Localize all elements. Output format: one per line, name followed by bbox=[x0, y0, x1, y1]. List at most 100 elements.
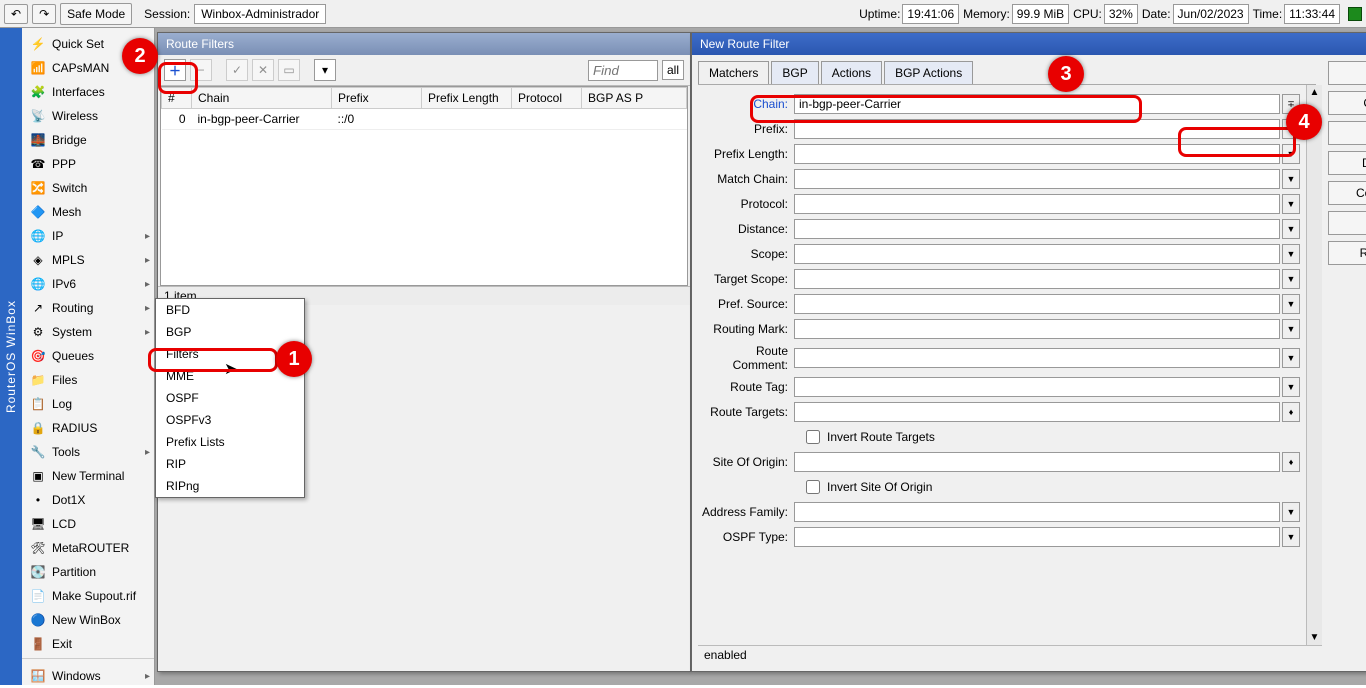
route-tag-input[interactable] bbox=[794, 377, 1280, 397]
sidebar-item-dot1x[interactable]: •Dot1X bbox=[22, 488, 154, 512]
submenu-item-bfd[interactable]: BFD bbox=[156, 299, 304, 321]
dropdown-toggle[interactable]: ▼ bbox=[1282, 377, 1300, 397]
sidebar-item-windows[interactable]: 🪟Windows▸ bbox=[22, 664, 154, 688]
undo-button[interactable]: ↶ bbox=[4, 4, 28, 24]
redo-button[interactable]: ↷ bbox=[32, 4, 56, 24]
route-comment-input[interactable] bbox=[794, 348, 1280, 368]
disable-button[interactable]: Disable bbox=[1328, 151, 1366, 175]
invert-site-origin-checkbox[interactable] bbox=[806, 480, 820, 494]
chevron-up-icon[interactable]: ▲ bbox=[1310, 87, 1320, 98]
sidebar-item-tools[interactable]: 🔧Tools▸ bbox=[22, 440, 154, 464]
remove-button[interactable]: Remove bbox=[1328, 241, 1366, 265]
find-input[interactable] bbox=[588, 60, 658, 81]
sidebar-item-partition[interactable]: 💽Partition bbox=[22, 560, 154, 584]
submenu-item-bgp[interactable]: BGP bbox=[156, 321, 304, 343]
dropdown-toggle[interactable]: ▼ bbox=[1282, 527, 1300, 547]
scope-input[interactable] bbox=[794, 244, 1280, 264]
match-chain-input[interactable] bbox=[794, 169, 1280, 189]
sidebar-item-new-terminal[interactable]: ▣New Terminal bbox=[22, 464, 154, 488]
filter-all-select[interactable]: all bbox=[662, 60, 684, 80]
dropdown-toggle[interactable]: ▼ bbox=[1282, 269, 1300, 289]
col-num[interactable]: # bbox=[162, 88, 192, 109]
dropdown-toggle[interactable]: ▼ bbox=[1282, 319, 1300, 339]
sidebar-item-interfaces[interactable]: 🧩Interfaces bbox=[22, 80, 154, 104]
sidebar-item-wireless[interactable]: 📡Wireless bbox=[22, 104, 154, 128]
protocol-input[interactable] bbox=[794, 194, 1280, 214]
ip-icon: 🌐 bbox=[30, 228, 46, 244]
col-chain[interactable]: Chain bbox=[192, 88, 332, 109]
sidebar-item-log[interactable]: 📋Log bbox=[22, 392, 154, 416]
cancel-button[interactable]: Cancel bbox=[1328, 91, 1366, 115]
dropdown-toggle[interactable]: ▼ bbox=[1282, 194, 1300, 214]
sidebar-item-new-winbox[interactable]: 🔵New WinBox bbox=[22, 608, 154, 632]
form-scrollbar[interactable]: ▲ ▼ bbox=[1306, 85, 1322, 645]
dropdown-toggle[interactable]: ▼ bbox=[1282, 502, 1300, 522]
safe-mode-button[interactable]: Safe Mode bbox=[60, 3, 132, 25]
sidebar-item-radius[interactable]: 🔒RADIUS bbox=[22, 416, 154, 440]
disable-button[interactable]: ✕ bbox=[252, 59, 274, 81]
dropdown-toggle[interactable]: ▼ bbox=[1282, 294, 1300, 314]
dropdown-toggle[interactable]: ▼ bbox=[1282, 219, 1300, 239]
sidebar-item-ipv6[interactable]: 🌐IPv6▸ bbox=[22, 272, 154, 296]
sidebar-item-label: System bbox=[52, 325, 92, 339]
col-plen[interactable]: Prefix Length bbox=[422, 88, 512, 109]
col-bgpas[interactable]: BGP AS P bbox=[582, 88, 687, 109]
submenu-item-ripng[interactable]: RIPng bbox=[156, 475, 304, 497]
sidebar-item-lcd[interactable]: 🖥LCD bbox=[22, 512, 154, 536]
sidebar-item-metarouter[interactable]: 🛠MetaROUTER bbox=[22, 536, 154, 560]
target-scope-input[interactable] bbox=[794, 269, 1280, 289]
sidebar-item-bridge[interactable]: 🌉Bridge bbox=[22, 128, 154, 152]
window-titlebar[interactable]: Route Filters bbox=[158, 33, 690, 55]
tab-bgp-actions[interactable]: BGP Actions bbox=[884, 61, 973, 84]
address-family-input[interactable] bbox=[794, 502, 1280, 522]
routing-mark-input[interactable] bbox=[794, 319, 1280, 339]
comment-button[interactable]: Comment bbox=[1328, 181, 1366, 205]
sidebar-item-routing[interactable]: ↗Routing▸ bbox=[22, 296, 154, 320]
submenu-item-ospf[interactable]: OSPF bbox=[156, 387, 304, 409]
sidebar-item-switch[interactable]: 🔀Switch bbox=[22, 176, 154, 200]
sidebar-item-mesh[interactable]: 🔷Mesh bbox=[22, 200, 154, 224]
remove-button[interactable]: − bbox=[190, 59, 212, 81]
enable-button[interactable]: ✓ bbox=[226, 59, 248, 81]
ok-button[interactable]: OK bbox=[1328, 61, 1366, 85]
sidebar-item-queues[interactable]: 🎯Queues bbox=[22, 344, 154, 368]
ospf-type-input[interactable] bbox=[794, 527, 1280, 547]
submenu-item-rip[interactable]: RIP bbox=[156, 453, 304, 475]
tab-matchers[interactable]: Matchers bbox=[698, 61, 769, 84]
tab-bgp[interactable]: BGP bbox=[771, 61, 818, 84]
sidebar-item-ppp[interactable]: ☎PPP bbox=[22, 152, 154, 176]
filter-button[interactable]: ▾ bbox=[314, 59, 336, 81]
sidebar-item-ip[interactable]: 🌐IP▸ bbox=[22, 224, 154, 248]
window-titlebar[interactable]: New Route Filter ▫ ✕ bbox=[692, 33, 1366, 55]
submenu-item-ospfv3[interactable]: OSPFv3 bbox=[156, 409, 304, 431]
copy-button[interactable]: Copy bbox=[1328, 211, 1366, 235]
dropdown-toggle[interactable]: ▼ bbox=[1282, 144, 1300, 164]
invert-route-targets-checkbox[interactable] bbox=[806, 430, 820, 444]
col-prefix[interactable]: Prefix bbox=[332, 88, 422, 109]
prefix-input[interactable] bbox=[794, 119, 1280, 139]
table-row[interactable]: 0 in-bgp-peer-Carrier ::/0 bbox=[162, 109, 687, 130]
prefix-length-input[interactable] bbox=[794, 144, 1280, 164]
dropdown-toggle[interactable]: ▼ bbox=[1282, 348, 1300, 368]
comment-button[interactable]: ▭ bbox=[278, 59, 300, 81]
col-proto[interactable]: Protocol bbox=[512, 88, 582, 109]
chain-input[interactable] bbox=[794, 94, 1280, 114]
site-of-origin-input[interactable] bbox=[794, 452, 1280, 472]
add-button[interactable]: ＋ bbox=[164, 59, 186, 81]
distance-input[interactable] bbox=[794, 219, 1280, 239]
dropdown-toggle[interactable]: ♦ bbox=[1282, 452, 1300, 472]
dropdown-toggle[interactable]: ▼ bbox=[1282, 244, 1300, 264]
sidebar-item-files[interactable]: 📁Files bbox=[22, 368, 154, 392]
sidebar-item-exit[interactable]: 🚪Exit bbox=[22, 632, 154, 656]
submenu-item-prefix-lists[interactable]: Prefix Lists bbox=[156, 431, 304, 453]
sidebar-item-system[interactable]: ⚙System▸ bbox=[22, 320, 154, 344]
route-targets-input[interactable] bbox=[794, 402, 1280, 422]
dropdown-toggle[interactable]: ♦ bbox=[1282, 402, 1300, 422]
sidebar-item-supout[interactable]: 📄Make Supout.rif bbox=[22, 584, 154, 608]
apply-button[interactable]: Apply bbox=[1328, 121, 1366, 145]
pref-source-input[interactable] bbox=[794, 294, 1280, 314]
tab-actions[interactable]: Actions bbox=[821, 61, 882, 84]
chevron-down-icon[interactable]: ▼ bbox=[1310, 632, 1320, 643]
dropdown-toggle[interactable]: ▼ bbox=[1282, 169, 1300, 189]
sidebar-item-mpls[interactable]: ◈MPLS▸ bbox=[22, 248, 154, 272]
